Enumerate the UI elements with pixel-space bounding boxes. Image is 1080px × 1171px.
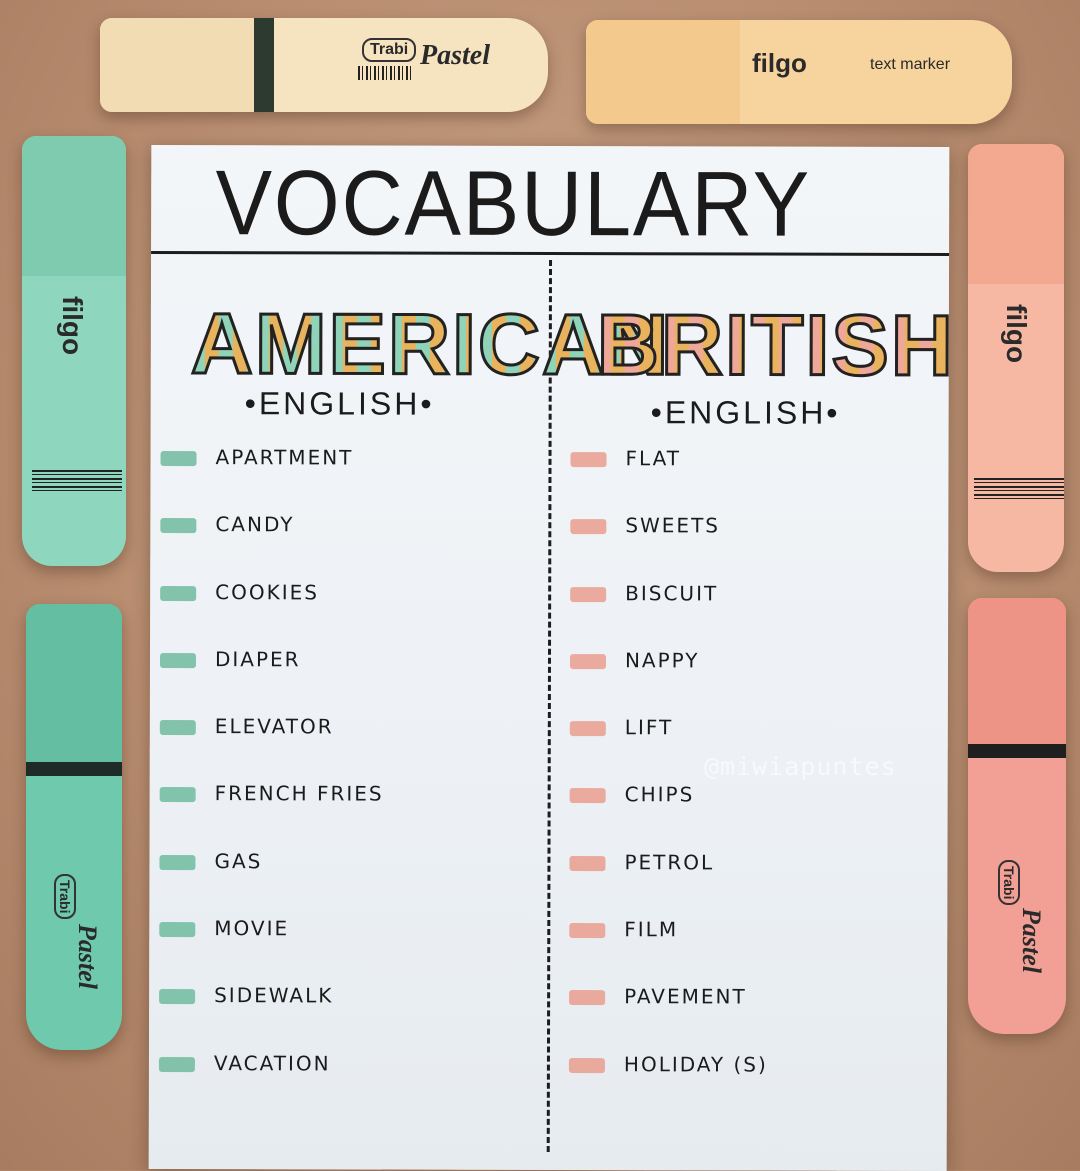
header-letter: A <box>542 302 604 388</box>
marker-cap <box>26 604 122 762</box>
american-term: DIAPER <box>215 647 301 671</box>
marker-band <box>26 762 122 776</box>
british-term: HOLIDAY (S) <box>624 1052 768 1076</box>
header-letter: S <box>831 303 889 389</box>
marker-cap <box>586 20 740 124</box>
highlight-swatch <box>160 518 196 533</box>
header-letter: B <box>597 302 659 388</box>
barcode-icon <box>358 66 414 80</box>
british-term: LIFT <box>625 715 673 739</box>
barcode-icon <box>974 478 1064 500</box>
american-term: GAS <box>214 849 262 873</box>
marker-brand: Trabi <box>54 874 76 919</box>
highlight-swatch <box>570 789 606 804</box>
highlight-swatch <box>159 1057 195 1072</box>
american-term: SIDEWALK <box>214 983 333 1007</box>
header-letter: H <box>891 303 953 389</box>
pastel-highlighter-cream: Trabi Pastel <box>100 18 548 112</box>
marker-label: Pastel <box>420 40 490 72</box>
highlight-swatch <box>159 855 195 870</box>
header-letter: R <box>661 302 723 388</box>
watermark: @miwiapuntes <box>704 752 897 781</box>
marker-label: Pastel <box>72 924 102 989</box>
american-subheader: •ENGLISH• <box>245 385 435 422</box>
header-letter: A <box>191 301 253 387</box>
british-term: NAPPY <box>625 648 700 672</box>
header-letter: I <box>805 303 829 389</box>
filgo-highlighter-mint: filgo <box>22 136 126 566</box>
highlight-swatch <box>161 451 197 466</box>
highlight-swatch <box>160 653 196 668</box>
american-term: APARTMENT <box>215 445 353 469</box>
american-term: COOKIES <box>215 580 319 604</box>
marker-brand: filgo <box>56 296 88 355</box>
american-term: MOVIE <box>214 916 289 940</box>
highlight-swatch <box>570 654 606 669</box>
highlight-swatch <box>569 856 605 871</box>
british-term: FLAT <box>625 446 681 470</box>
marker-cap <box>968 144 1064 284</box>
british-term: SWEETS <box>625 513 720 537</box>
highlight-swatch <box>160 586 196 601</box>
british-term: FILM <box>624 917 678 941</box>
british-header: BRITISH <box>597 302 953 389</box>
highlight-swatch <box>570 452 606 467</box>
highlight-swatch <box>570 519 606 534</box>
british-term: PETROL <box>624 850 714 874</box>
column-divider <box>547 260 552 1152</box>
header-letter: I <box>452 302 476 388</box>
highlight-swatch <box>159 989 195 1004</box>
header-letter: I <box>725 302 749 388</box>
american-term: ELEVATOR <box>215 714 334 738</box>
marker-brand: filgo <box>752 48 807 79</box>
barcode-icon <box>32 470 122 492</box>
marker-cap <box>968 598 1066 744</box>
british-word-list: FLAT SWEETS BISCUIT NAPPY LIFT CHIPS PET… <box>569 446 571 1119</box>
highlight-swatch <box>160 720 196 735</box>
highlight-swatch <box>569 923 605 938</box>
american-term: FRENCH FRIES <box>215 782 384 806</box>
marker-band <box>968 744 1066 758</box>
highlight-swatch <box>570 721 606 736</box>
marker-brand: Trabi <box>362 38 416 62</box>
british-term: CHIPS <box>625 783 695 807</box>
marker-band <box>254 18 274 112</box>
highlight-swatch <box>570 587 606 602</box>
british-subheader: •ENGLISH• <box>651 394 841 431</box>
highlight-swatch <box>569 1058 605 1073</box>
pastel-highlighter-teal: Trabi Pastel <box>26 604 122 1050</box>
marker-cap <box>22 136 126 276</box>
marker-brand: filgo <box>1000 304 1032 363</box>
header-letter: T <box>751 303 804 389</box>
pastel-highlighter-pink: Trabi Pastel <box>968 598 1066 1034</box>
american-term: CANDY <box>215 512 294 536</box>
highlight-swatch <box>159 922 195 937</box>
marker-label: Pastel <box>1016 908 1046 973</box>
header-letter: M <box>255 301 327 387</box>
american-word-list: APARTMENT CANDY COOKIES DIAPER ELEVATOR … <box>159 445 161 1118</box>
british-term: BISCUIT <box>625 581 718 605</box>
filgo-highlighter-peach: filgo <box>968 144 1064 572</box>
marker-brand: Trabi <box>998 860 1020 905</box>
highlight-swatch <box>160 787 196 802</box>
header-letter: E <box>328 301 386 387</box>
american-term: VACATION <box>214 1051 331 1075</box>
filgo-highlighter-orange: filgo text marker <box>586 20 1012 124</box>
british-term: PAVEMENT <box>624 985 747 1009</box>
vocabulary-sheet: VOCABULARY AMERICAN •ENGLISH• BRITISH •E… <box>149 145 950 1171</box>
marker-cap <box>100 18 254 112</box>
header-letter: R <box>388 302 450 388</box>
marker-label: text marker <box>870 56 950 74</box>
header-letter: C <box>478 302 540 388</box>
sheet-title: VOCABULARY <box>151 151 801 258</box>
highlight-swatch <box>569 990 605 1005</box>
